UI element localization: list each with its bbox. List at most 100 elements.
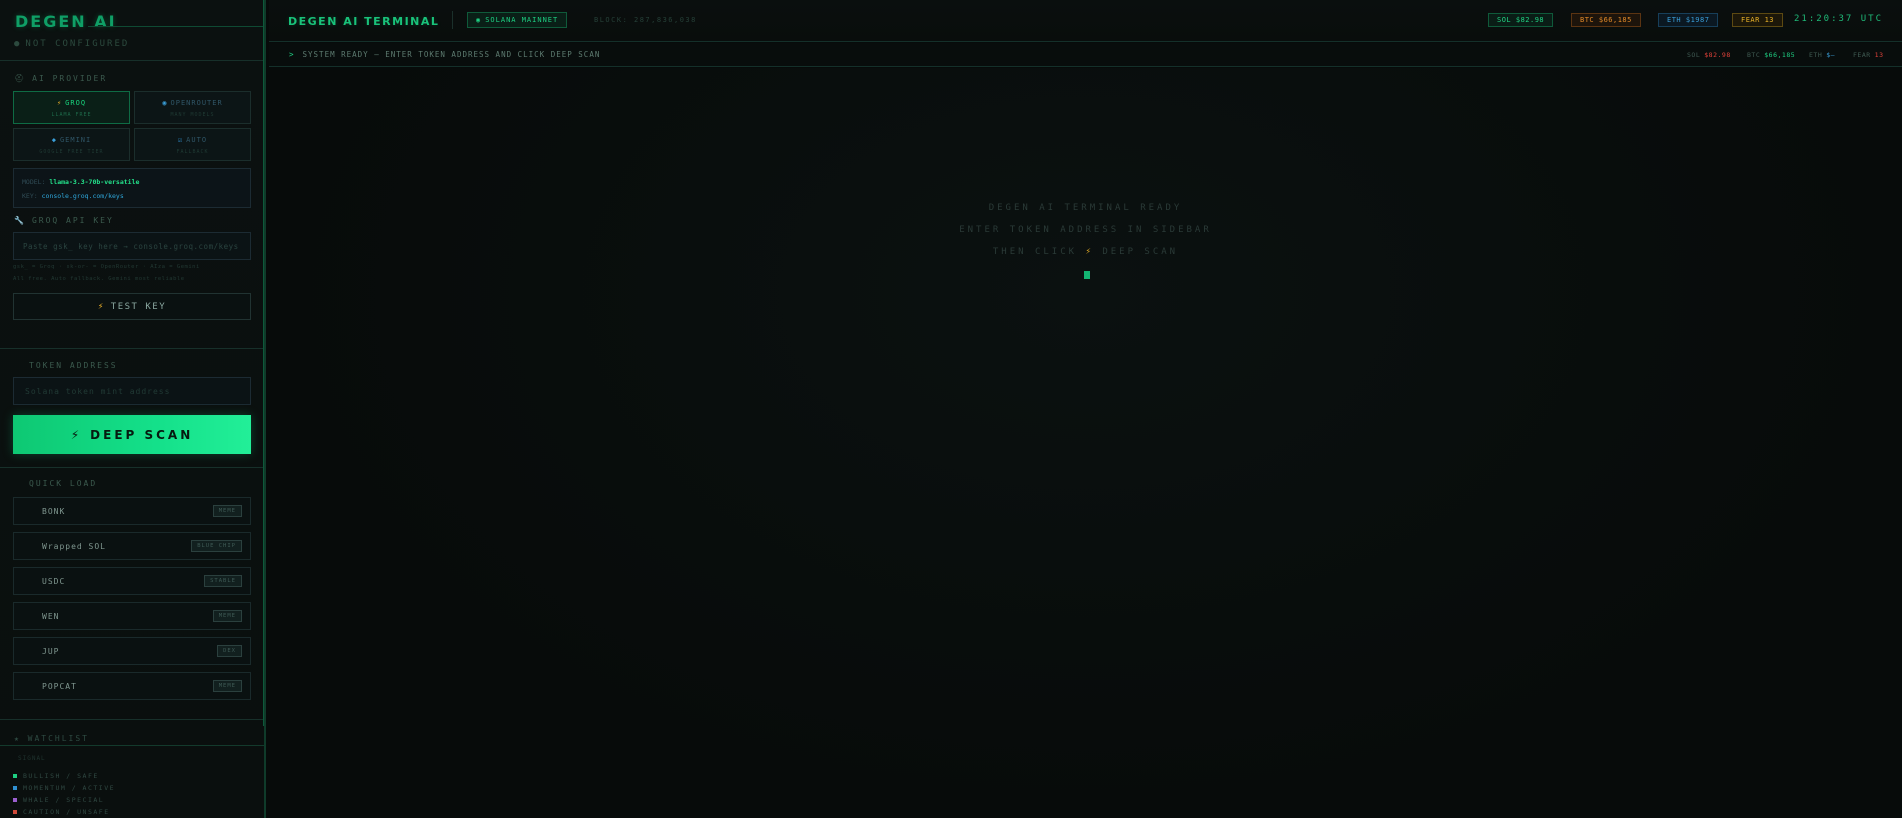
status-bar: > SYSTEM READY — ENTER TOKEN ADDRESS AND … — [269, 43, 1902, 67]
lightning-icon: ⚡ — [56, 99, 63, 107]
test-key-button[interactable]: ⚡ TEST KEY — [13, 293, 251, 320]
api-key-input[interactable] — [13, 232, 251, 260]
provider-gemini-label: GEMINI — [59, 136, 92, 144]
app-title: DEGEN AI TERMINAL — [288, 15, 440, 28]
model-info-box: MODEL: llama-3.3-70b-versatile KEY: cons… — [13, 168, 251, 208]
provider-groq[interactable]: ⚡ GROQ LLAMA FREE — [13, 91, 130, 124]
legend-item: CAUTION / UNSAFE — [13, 808, 110, 816]
status-message: > SYSTEM READY — ENTER TOKEN ADDRESS AND … — [289, 50, 600, 59]
quick-load-tag: MEME — [212, 610, 242, 622]
legend-title: SIGNAL — [18, 755, 46, 762]
mini-btc-label: BTC — [1747, 51, 1761, 59]
block-height: BLOCK: 287,836,038 — [594, 16, 697, 24]
sidebar-divider — [0, 467, 264, 468]
api-key-label: 🔧 GROQ API KEY — [14, 216, 114, 225]
mini-btc-value: $66,185 — [1764, 51, 1796, 59]
provider-openrouter-label: OPENROUTER — [170, 99, 223, 107]
provider-auto-sub: FALLBACK — [176, 149, 209, 155]
legend-swatch-icon — [13, 786, 17, 790]
mini-sol-value: $82.98 — [1704, 51, 1731, 59]
legend-label: CAUTION / UNSAFE — [23, 808, 110, 816]
network-label: SOLANA MAINNET — [485, 16, 559, 24]
brand-logo: DEGEN AI — [15, 12, 117, 31]
ready-line-2: ENTER TOKEN ADDRESS IN SIDEBAR — [959, 225, 1212, 235]
provider-groq-sub: LLAMA FREE — [51, 112, 92, 118]
provider-openrouter-sub: MANY MODELS — [170, 112, 215, 118]
quick-load-tag: BLUE CHIP — [191, 540, 242, 552]
mini-sol-label: SOL — [1687, 51, 1701, 59]
legend-item: WHALE / SPECIAL — [13, 796, 104, 804]
sidebar: DEGEN AI ● NOT CONFIGURED ⛑ AI PROVIDER ⚡ G… — [0, 0, 266, 818]
ai-provider-label-text: AI PROVIDER — [32, 74, 108, 83]
quick-load-tag: MEME — [212, 680, 242, 692]
model-value: llama-3.3-70b-versatile — [49, 178, 140, 186]
api-key-label-text: GROQ API KEY — [31, 216, 114, 225]
robot-icon: ⛑ — [14, 74, 27, 83]
legend-item: BULLISH / SAFE — [13, 772, 99, 780]
quick-load-item[interactable]: Wrapped SOL BLUE CHIP — [13, 532, 251, 560]
token-address-input[interactable] — [13, 377, 251, 405]
provider-auto-name: ☑ AUTO — [135, 136, 250, 144]
lightning-icon: ⚡ — [97, 301, 105, 312]
quick-load-name: POPCAT — [42, 681, 77, 691]
watchlist-label[interactable]: ★ WATCHLIST — [14, 734, 89, 743]
quick-load-item[interactable]: POPCAT MEME — [13, 672, 251, 700]
status-dot-icon: ● — [14, 39, 22, 49]
quick-load-item[interactable]: WEN MEME — [13, 602, 251, 630]
provider-auto-label: AUTO — [186, 136, 208, 144]
blinking-cursor — [1084, 271, 1090, 279]
watchlist-divider — [0, 745, 264, 746]
quick-load-item[interactable]: BONK MEME — [13, 497, 251, 525]
eth-price-pill: ETH $1987 — [1658, 13, 1719, 27]
provider-auto[interactable]: ☑ AUTO FALLBACK — [134, 128, 251, 161]
sidebar-divider — [0, 719, 264, 720]
fear-index-pill: FEAR 13 — [1732, 13, 1784, 27]
legend-swatch-icon — [13, 810, 17, 814]
lightning-icon: ⚡ — [70, 427, 83, 442]
mini-fear-value: 13 — [1874, 51, 1884, 59]
prompt-icon: > — [289, 50, 295, 59]
btc-price-pill: BTC $66,185 — [1571, 13, 1641, 27]
top-bar: DEGEN AI TERMINAL ◉ SOLANA MAINNET BLOCK:… — [269, 0, 1902, 42]
api-key-hint-2: All free. Auto fallback. Gemini most rel… — [13, 276, 185, 282]
sidebar-divider — [0, 348, 264, 349]
quick-load-name: WEN — [42, 611, 60, 621]
config-status: ● NOT CONFIGURED — [14, 39, 129, 49]
model-key: MODEL: — [22, 178, 46, 186]
mini-btc: BTC $66,185 — [1747, 51, 1795, 59]
lightning-icon: ⚡ — [1085, 247, 1094, 257]
quick-load-item[interactable]: JUP DEX — [13, 637, 251, 665]
quick-load-tag: MEME — [212, 505, 242, 517]
mini-fear: FEAR 13 — [1853, 51, 1883, 59]
main-panel: DEGEN AI TERMINAL READY ENTER TOKEN ADDR… — [269, 68, 1902, 818]
network-badge: ◉ SOLANA MAINNET — [467, 12, 568, 28]
token-address-label: TOKEN ADDRESS — [29, 361, 118, 370]
quick-load-name: JUP — [42, 646, 60, 656]
key-row: KEY: console.groq.com/keys — [22, 189, 242, 203]
provider-gemini[interactable]: ◆ GEMINI GOOGLE FREE TIER — [13, 128, 130, 161]
mini-eth-label: ETH — [1809, 51, 1823, 59]
provider-gemini-name: ◆ GEMINI — [14, 136, 129, 144]
deep-scan-button[interactable]: ⚡ DEEP SCAN — [13, 415, 251, 454]
legend-label: BULLISH / SAFE — [23, 772, 99, 780]
quick-load-name: BONK — [42, 506, 66, 516]
provider-groq-name: ⚡ GROQ — [14, 99, 129, 107]
ready-line-3-post: DEEP SCAN — [1102, 247, 1179, 257]
legend-label: WHALE / SPECIAL — [23, 796, 105, 804]
key-icon: 🔧 — [14, 216, 26, 225]
brand-divider — [88, 26, 264, 27]
quick-load-item[interactable]: USDC STABLE — [13, 567, 251, 595]
star-icon: ★ — [14, 734, 28, 743]
key-link[interactable]: console.groq.com/keys — [42, 192, 124, 200]
provider-openrouter[interactable]: ◉ OPENROUTER MANY MODELS — [134, 91, 251, 124]
diamond-icon: ◆ — [51, 136, 57, 144]
watchlist-label-text: WATCHLIST — [27, 734, 89, 743]
mini-eth: ETH $— — [1809, 51, 1835, 59]
legend-label: MOMENTUM / ACTIVE — [23, 784, 116, 792]
legend-swatch-icon — [13, 798, 17, 802]
status-message-text: SYSTEM READY — ENTER TOKEN ADDRESS AND C… — [302, 50, 601, 59]
ai-provider-label: ⛑ AI PROVIDER — [14, 74, 107, 83]
mini-sol: SOL $82.98 — [1687, 51, 1731, 59]
provider-groq-label: GROQ — [65, 99, 87, 107]
provider-gemini-sub: GOOGLE FREE TIER — [39, 149, 104, 155]
